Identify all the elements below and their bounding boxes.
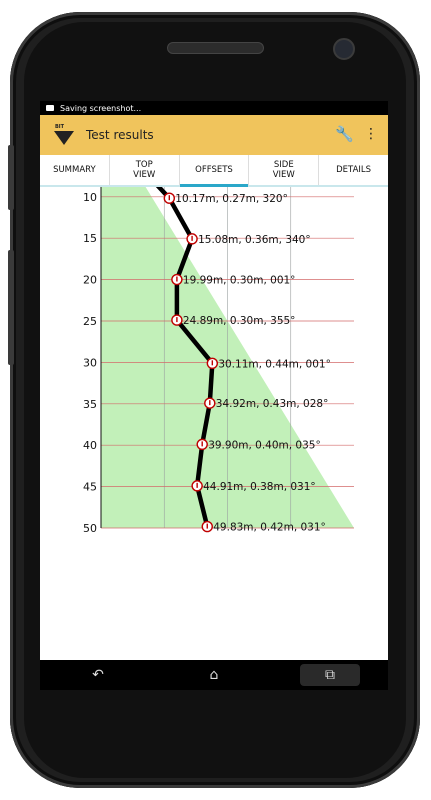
- tab-label: OFFSETS: [195, 165, 233, 175]
- logo-triangle-icon: [54, 131, 74, 145]
- point-label: 19.99m, 0.30m, 001°: [183, 275, 296, 287]
- volume-button: [8, 145, 14, 210]
- tab-summary[interactable]: SUMMARY: [40, 155, 110, 185]
- tab-top-view[interactable]: TOP VIEW: [110, 155, 180, 185]
- offsets-chart: 051015202530354045500.250.500.755.22m, 0…: [83, 187, 354, 535]
- tab-details[interactable]: DETAILS: [319, 155, 388, 185]
- y-tick-label: 35: [83, 398, 97, 411]
- y-tick-label: 50: [83, 522, 97, 535]
- logo-text: BIT: [55, 124, 65, 130]
- status-text: Saving screenshot...: [60, 103, 142, 113]
- front-camera: [333, 38, 355, 60]
- y-tick-label: 40: [83, 439, 97, 452]
- point-label: 10.17m, 0.27m, 320°: [175, 193, 288, 205]
- point-label: 24.89m, 0.30m, 355°: [183, 315, 296, 327]
- home-icon[interactable]: ⌂: [184, 664, 244, 686]
- tab-label: SIDE VIEW: [272, 160, 295, 180]
- recent-apps-icon[interactable]: ⧉: [300, 664, 360, 686]
- y-tick-label: 15: [83, 232, 97, 245]
- point-label: 49.83m, 0.42m, 031°: [213, 522, 326, 534]
- point-label: 30.11m, 0.44m, 001°: [218, 358, 331, 370]
- y-tick-label: 20: [83, 274, 97, 287]
- nav-bar: ↶ ⌂ ⧉: [40, 660, 388, 690]
- y-tick-label: 10: [83, 191, 97, 204]
- side-button: [8, 250, 14, 365]
- tab-side-view[interactable]: SIDE VIEW: [249, 155, 320, 185]
- status-bar: Saving screenshot...: [40, 101, 388, 115]
- y-tick-label: 25: [83, 315, 97, 328]
- tab-bar: SUMMARY TOP VIEW OFFSETS SIDE VIEW DETAI…: [40, 155, 388, 187]
- point-label: 39.90m, 0.40m, 035°: [208, 439, 321, 451]
- tab-label: DETAILS: [336, 165, 372, 175]
- point-label: 44.91m, 0.38m, 031°: [203, 481, 316, 493]
- app-logo: BIT: [54, 124, 74, 146]
- more-vert-icon[interactable]: ⋮: [364, 127, 378, 141]
- tab-label: TOP VIEW: [133, 160, 156, 180]
- screen: Saving screenshot... BIT Test results 🔧 …: [40, 101, 388, 660]
- y-tick-label: 45: [83, 481, 97, 494]
- earpiece-speaker: [167, 42, 264, 54]
- toolbar-title: Test results: [86, 128, 154, 142]
- toolbar: BIT Test results 🔧 ⋮: [40, 115, 388, 155]
- tab-label: SUMMARY: [53, 165, 96, 175]
- y-tick-label: 30: [83, 356, 97, 369]
- wrench-icon[interactable]: 🔧: [335, 125, 354, 143]
- point-label: 15.08m, 0.36m, 340°: [198, 234, 311, 246]
- point-label: 34.92m, 0.43m, 028°: [216, 398, 329, 410]
- back-icon[interactable]: ↶: [68, 664, 128, 686]
- screenshot-icon: [46, 105, 54, 111]
- tab-offsets[interactable]: OFFSETS: [179, 155, 250, 187]
